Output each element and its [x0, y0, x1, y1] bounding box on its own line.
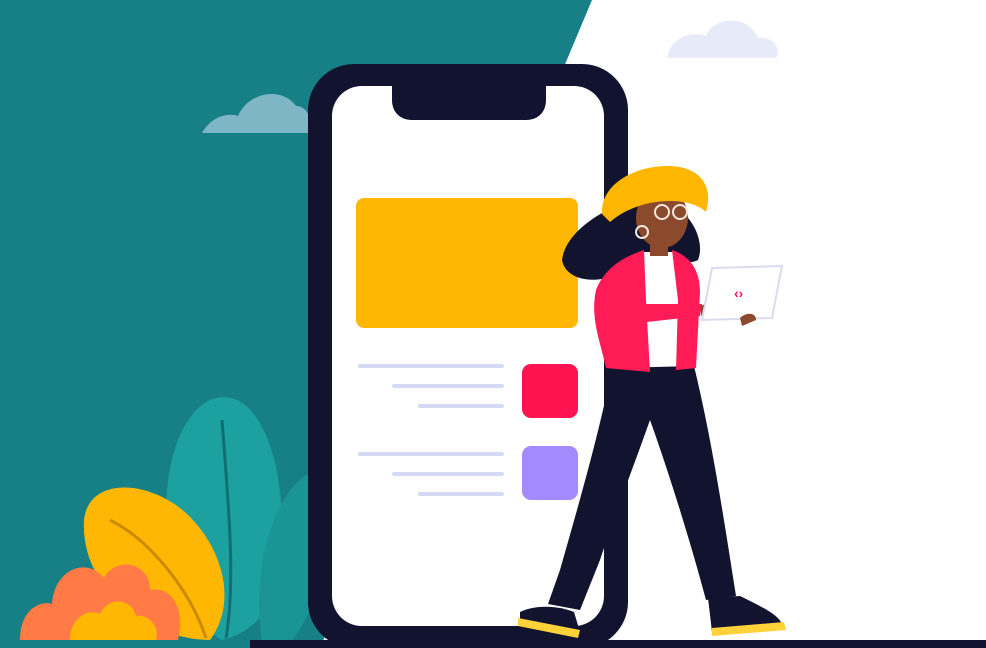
screen-square-purple: [522, 446, 578, 500]
screen-line: [392, 384, 504, 388]
screen-line: [392, 472, 504, 476]
phone-notch: [392, 86, 546, 120]
screen-line: [358, 364, 504, 368]
cloud-right: [668, 20, 778, 58]
ground-line: [250, 640, 986, 648]
screen-square-red: [522, 364, 578, 418]
screen-line: [418, 492, 504, 496]
screen-card-yellow: [356, 198, 578, 328]
illustration-svg: ‹›: [0, 0, 986, 648]
code-icon: ‹›: [734, 285, 744, 301]
illustration-scene: ‹›: [0, 0, 986, 648]
screen-line: [418, 404, 504, 408]
phone-screen: [332, 86, 604, 626]
screen-line: [358, 452, 504, 456]
